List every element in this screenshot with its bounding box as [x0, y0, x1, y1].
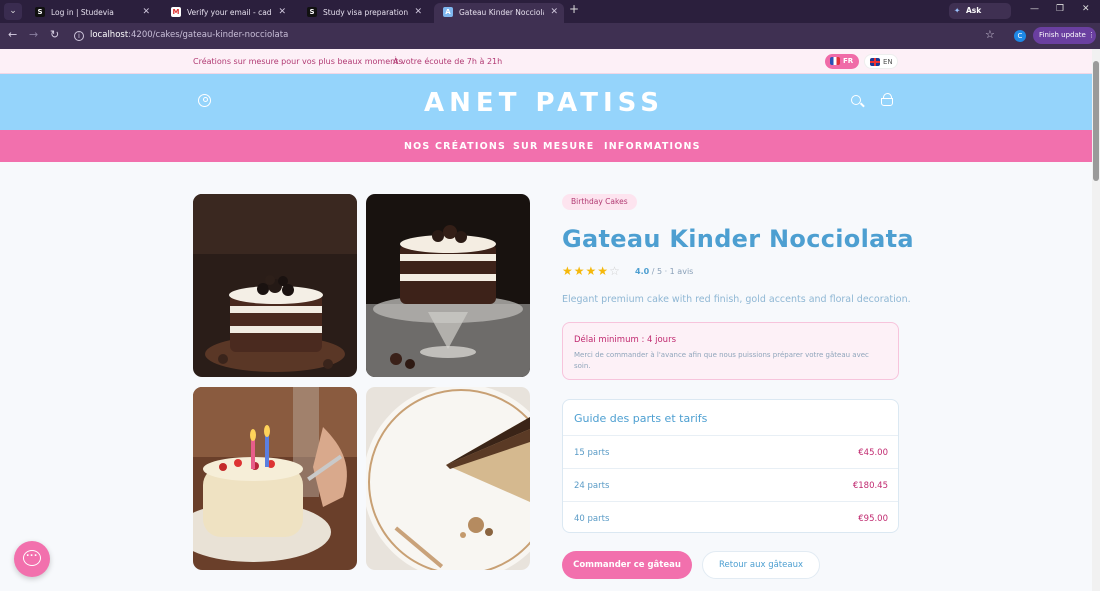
finish-update-button[interactable]: Finish update ⋮: [1033, 27, 1096, 44]
tab-close-icon[interactable]: ✕: [550, 3, 558, 21]
site-top-strip: Créations sur mesure pour vos plus beaux…: [0, 49, 1100, 74]
product-photo-2[interactable]: [366, 194, 530, 377]
reload-icon[interactable]: ↻: [50, 28, 59, 41]
ask-gemini-button[interactable]: ✦ Ask Gemini: [949, 3, 1011, 31]
portion-price: €95.00: [858, 514, 888, 524]
portion-price: €45.00: [858, 448, 888, 458]
profile-avatar[interactable]: C: [1014, 30, 1026, 42]
promo-text-creations: Créations sur mesure pour vos plus beaux…: [193, 57, 403, 66]
tab-title: Log in | Studevia: [51, 8, 114, 17]
product-photo-3[interactable]: [193, 387, 357, 570]
price-row: 40 parts €95.00: [563, 501, 898, 532]
product-title: Gateau Kinder Nocciolata: [562, 225, 914, 253]
nav-item-creations[interactable]: NOS CRÉATIONS: [404, 141, 506, 152]
product-photo-4[interactable]: [366, 387, 530, 570]
window-close-icon[interactable]: ✕: [1082, 4, 1090, 14]
tab-favicon: M: [171, 7, 181, 17]
tab-close-icon[interactable]: ✕: [414, 3, 422, 21]
main-navigation: NOS CRÉATIONS SUR MESURE INFORMATIONS: [0, 130, 1100, 162]
order-cake-button[interactable]: Commander ce gâteau: [562, 551, 692, 579]
nav-item-informations[interactable]: INFORMATIONS: [604, 141, 701, 152]
rating-count: / 5 · 1 avis: [649, 267, 694, 276]
chat-bubble-icon[interactable]: [14, 541, 50, 577]
finish-update-label: Finish update: [1039, 31, 1086, 39]
cart-basket-icon[interactable]: [881, 93, 893, 106]
product-description: Elegant premium cake with red finish, go…: [562, 294, 911, 305]
tab-title: Verify your email - cadalevansd: [187, 8, 272, 17]
rating-summary: 4.0 / 5 · 1 avis: [635, 267, 693, 276]
product-photo-1[interactable]: [193, 194, 357, 377]
minimum-delay-notice: Délai minimum : 4 jours Merci de command…: [562, 322, 899, 380]
bookmark-star-icon[interactable]: ☆: [985, 28, 995, 41]
notice-text: Merci de commander à l'avance afin que n…: [574, 351, 869, 370]
scrollbar-thumb[interactable]: [1093, 61, 1099, 181]
address-bar-url[interactable]: localhost:4200/cakes/gateau-kinder-nocci…: [90, 30, 288, 40]
rating-stars: ★★★★☆: [562, 264, 621, 278]
notice-title: Délai minimum : 4 jours: [574, 335, 676, 345]
url-path: :4200/cakes/gateau-kinder-nocciolata: [128, 30, 289, 40]
star-empty-icon: ☆: [609, 264, 621, 278]
browser-tab-study-visa[interactable]: S Study visa preparation and em ✕: [298, 3, 428, 23]
site-logo[interactable]: ANET PATISS: [0, 88, 1088, 118]
language-fr-label: FR: [843, 57, 854, 65]
back-arrow-icon[interactable]: ←: [8, 28, 17, 41]
gemini-sparkle-icon: ✦: [954, 6, 961, 15]
back-to-cakes-button[interactable]: Retour aux gâteaux: [702, 551, 820, 579]
new-tab-button[interactable]: +: [569, 2, 579, 16]
star-filled-icon: ★: [562, 264, 574, 278]
portion-label: 15 parts: [574, 448, 610, 458]
site-info-icon[interactable]: i: [74, 31, 84, 41]
category-badge: Birthday Cakes: [562, 194, 637, 210]
nav-item-sur-mesure[interactable]: SUR MESURE: [513, 141, 594, 152]
portion-label: 24 parts: [574, 481, 610, 491]
guide-title: Guide des parts et tarifs: [574, 412, 708, 425]
tab-favicon: S: [35, 7, 45, 17]
page-scrollbar[interactable]: [1092, 49, 1100, 591]
portions-price-guide: Guide des parts et tarifs 15 parts €45.0…: [562, 399, 899, 533]
promo-text-hours: À votre écoute de 7h à 21h: [393, 57, 503, 66]
tab-search-menu-button[interactable]: ⌄: [4, 3, 22, 20]
price-row: 24 parts €180.45: [563, 468, 898, 501]
tab-favicon: S: [307, 7, 317, 17]
star-filled-icon: ★: [585, 264, 598, 278]
site-header: ANET PATISS: [0, 74, 1100, 130]
browser-tab-gateau-active[interactable]: A Gateau Kinder Nocciolata | Gât ✕: [434, 3, 564, 23]
tab-title: Study visa preparation and em: [323, 8, 408, 17]
language-en-label: EN: [883, 58, 893, 66]
browser-tab-verify-email[interactable]: M Verify your email - cadalevansd ✕: [162, 3, 292, 23]
tab-title: Gateau Kinder Nocciolata | Gât: [459, 8, 544, 17]
browser-tab-studevia-login[interactable]: S Log in | Studevia ✕: [26, 3, 156, 23]
browser-tab-strip: ⌄ S Log in | Studevia ✕ M Verify your em…: [0, 0, 1100, 31]
price-row: 15 parts €45.00: [563, 435, 898, 468]
tab-close-icon[interactable]: ✕: [278, 3, 286, 21]
star-filled-icon: ★: [573, 264, 586, 278]
rating-value: 4.0: [635, 267, 650, 276]
minimize-icon[interactable]: —: [1030, 4, 1039, 14]
tab-close-icon[interactable]: ✕: [142, 3, 150, 21]
language-fr-button[interactable]: FR: [825, 54, 859, 69]
language-en-button[interactable]: EN: [864, 54, 898, 69]
forward-arrow-icon[interactable]: →: [29, 28, 38, 41]
portion-label: 40 parts: [574, 514, 610, 524]
url-host: localhost: [90, 30, 129, 40]
tab-favicon: A: [443, 7, 453, 17]
portion-price: €180.45: [852, 481, 888, 491]
star-filled-icon: ★: [597, 264, 610, 278]
search-icon[interactable]: [851, 95, 861, 105]
france-flag-icon: [830, 57, 840, 65]
uk-flag-icon: [870, 58, 880, 66]
restore-icon[interactable]: ❐: [1056, 4, 1064, 14]
browser-toolbar: ← → ↻ i localhost:4200/cakes/gateau-kind…: [0, 23, 1100, 49]
